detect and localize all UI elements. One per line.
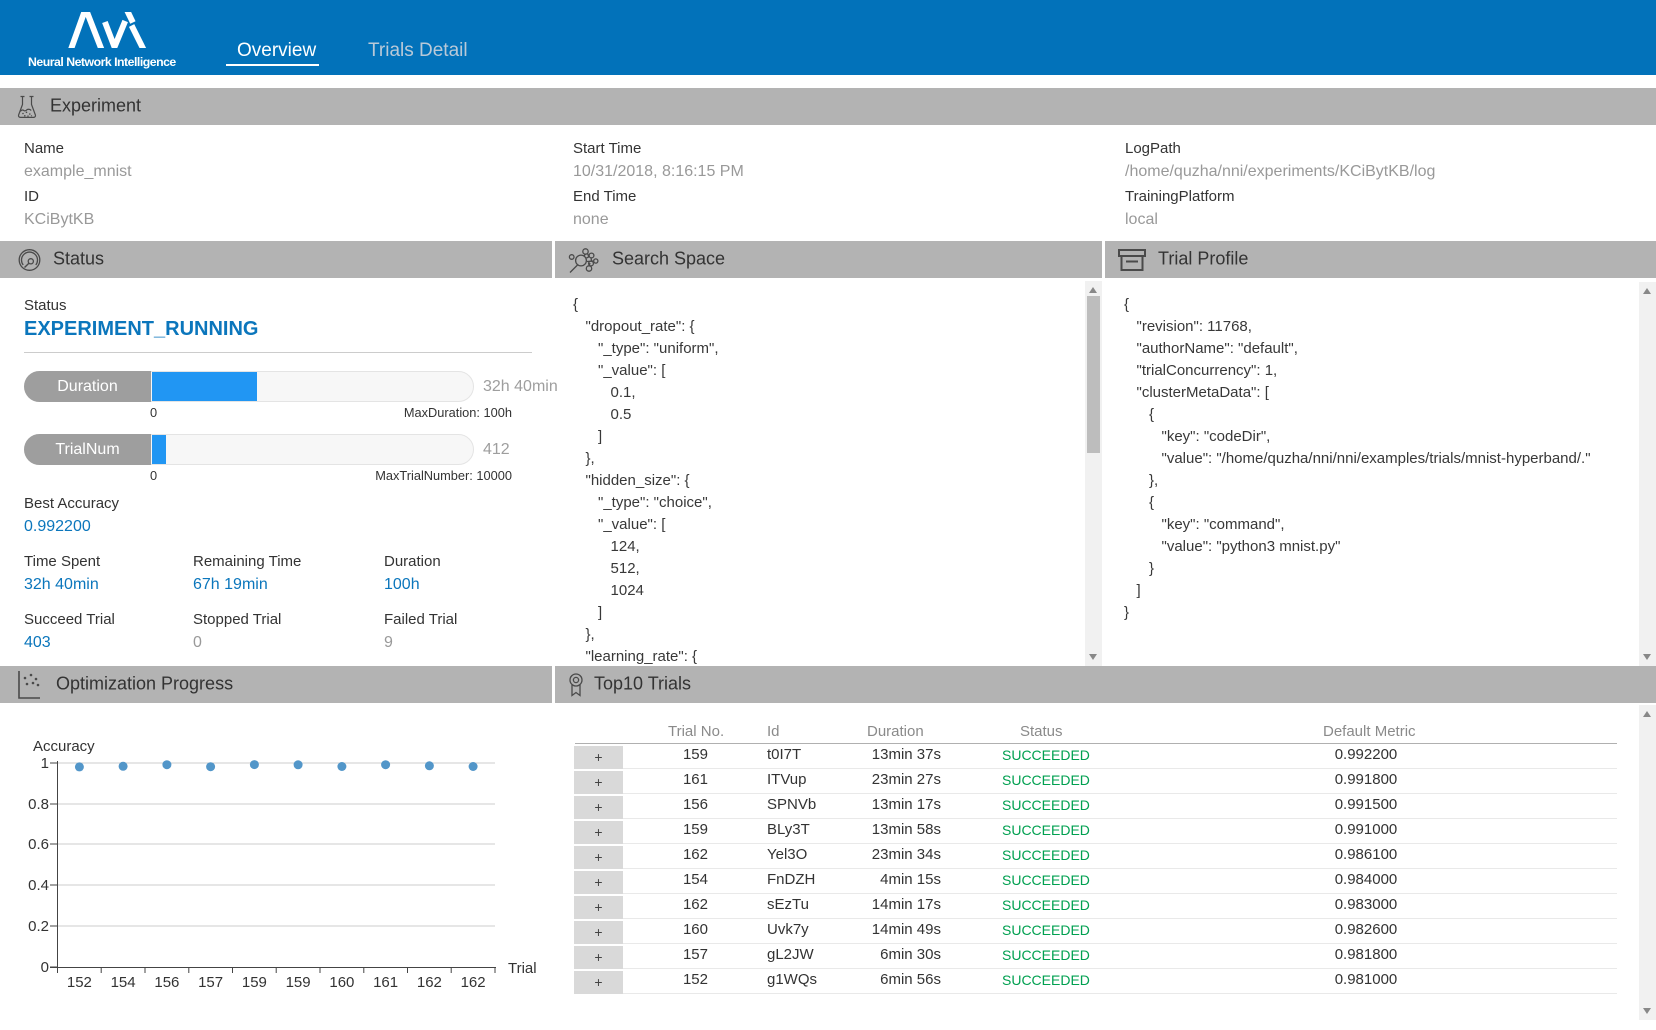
svg-text:154: 154 — [111, 974, 136, 991]
svg-text:156: 156 — [154, 974, 179, 991]
svg-text:0.8: 0.8 — [28, 796, 49, 813]
svg-text:0: 0 — [41, 959, 49, 976]
svg-text:Trial: Trial — [508, 960, 537, 977]
svg-text:162: 162 — [461, 974, 486, 991]
svg-text:157: 157 — [198, 974, 223, 991]
svg-text:0.2: 0.2 — [28, 918, 49, 935]
svg-text:159: 159 — [242, 974, 267, 991]
svg-text:152: 152 — [67, 974, 92, 991]
svg-text:162: 162 — [417, 974, 442, 991]
svg-text:1: 1 — [41, 755, 49, 772]
svg-text:160: 160 — [329, 974, 354, 991]
svg-text:Accuracy: Accuracy — [33, 738, 95, 755]
svg-text:0.6: 0.6 — [28, 836, 49, 853]
svg-text:0.4: 0.4 — [28, 877, 49, 894]
svg-text:161: 161 — [373, 974, 398, 991]
svg-text:159: 159 — [286, 974, 311, 991]
